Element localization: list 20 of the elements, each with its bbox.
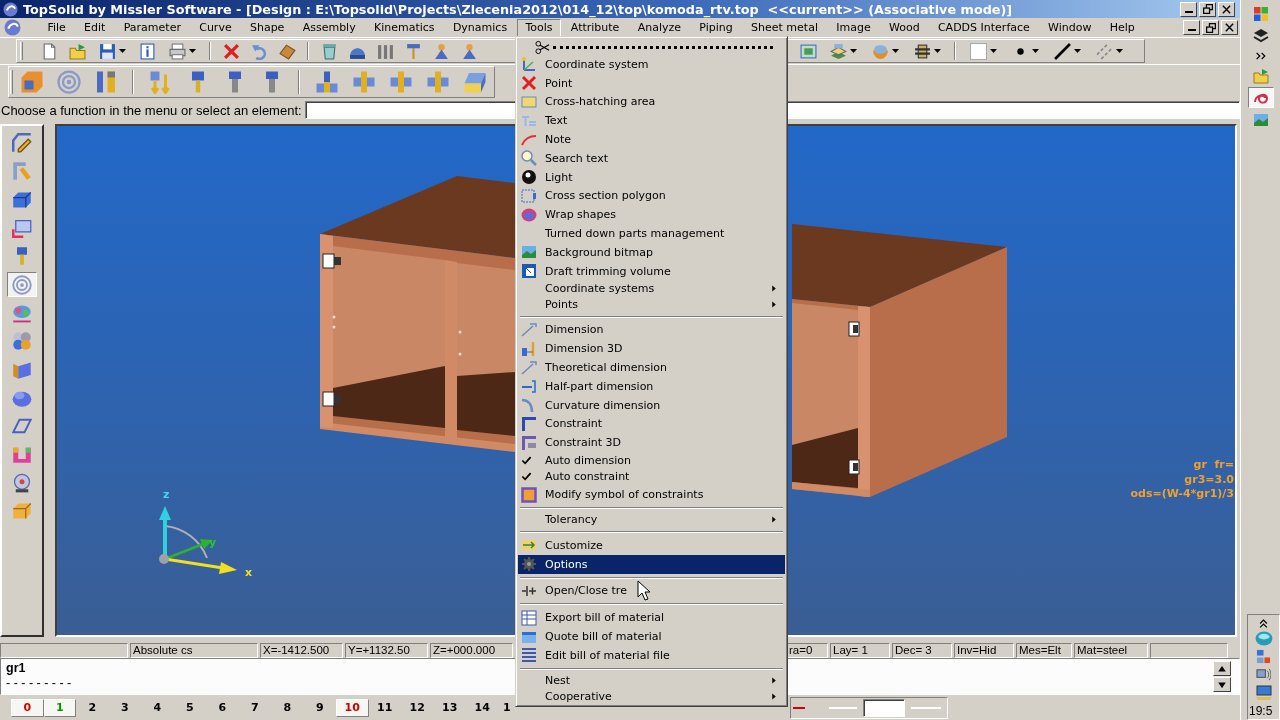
prompt-label: Choose a function in the menu or select an element:: [1, 102, 302, 118]
clock: 19:5: [1249, 705, 1273, 718]
status-field: Y=+1132.50: [345, 642, 428, 658]
window-title: TopSolid by Missler Software - [Design : E:\Topsolid\Projects\Zlecenia2012\014_12\top\komoda_rtv.top <<current>> (Associative mode)]: [23, 1, 1014, 17]
status-field: Z=+000.000: [430, 642, 513, 658]
status-field: Mes=Elt: [1016, 642, 1072, 658]
command-text: gr1: [6, 661, 26, 676]
status-field: Lay= 1: [830, 642, 890, 658]
status-field: Dec= 3: [892, 642, 952, 658]
dashed-rule: - - - - - - - - -: [6, 676, 72, 691]
status-field: Mat=steel: [1074, 642, 1148, 658]
status-field: X=-1412.500: [260, 642, 343, 658]
parameter-annotation: gr3=3.0: [1184, 472, 1234, 487]
axis-label: y: [209, 536, 217, 549]
parameter-annotation: ods=(W-4*gr1)/3: [1130, 487, 1234, 502]
parameter-annotation: gr fr=: [1193, 458, 1234, 473]
axis-label: z: [163, 488, 170, 501]
status-field: Absolute cs: [130, 642, 258, 658]
axis-label: x: [245, 566, 253, 579]
status-field: Inv=Hid: [954, 642, 1014, 658]
